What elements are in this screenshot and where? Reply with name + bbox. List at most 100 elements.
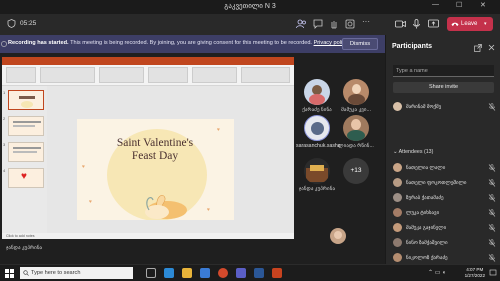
slide-canvas[interactable]: Saint Valentine's Feast Day ♥ ♥ ♥ ♥ (77, 119, 234, 220)
organizer-row[interactable]: მარინამ მოქმე (393, 101, 496, 113)
chrome-icon[interactable] (218, 268, 228, 278)
participant-name: ჯანდა კუპრინა (298, 186, 336, 192)
chat-icon[interactable] (313, 19, 323, 29)
participant-name: ლიადა რწინ... (338, 143, 374, 149)
mic-icon[interactable] (412, 19, 421, 29)
more-participants[interactable]: +13 (343, 158, 369, 184)
ribbon-group (40, 67, 95, 83)
thumb-number: 2 (3, 116, 6, 121)
mic-off-icon (488, 103, 496, 111)
overflow-count: +13 (350, 167, 362, 174)
mic-off-icon (488, 179, 496, 187)
heart-icon: ♥ (21, 171, 27, 182)
heart-icon: ♥ (82, 164, 85, 170)
attendee-row[interactable]: მამუკა გაჯინელი (393, 222, 496, 234)
shared-screen: 1 2 3 4 ♥ Saint Valentine's Feast Day ♥ … (2, 57, 294, 239)
participant-name: sarasanchuk.sasha (296, 143, 341, 149)
share-icon[interactable] (428, 19, 439, 29)
participant-video-speaking[interactable] (304, 115, 330, 141)
participant-name: ნინო ზამჭაშვილი (406, 240, 448, 246)
window-title: გაკვეთილი N 3 (224, 3, 276, 10)
avatar (393, 238, 402, 247)
attendees-header[interactable]: ⌄ Attendees (13) (393, 149, 433, 155)
participant-name: ზურაბ ქათამაძე (406, 195, 444, 201)
camera-icon[interactable] (395, 19, 406, 29)
ppt-ribbon (2, 57, 294, 86)
task-view-icon[interactable] (146, 268, 156, 278)
mic-off-icon (488, 194, 496, 202)
minimize-button[interactable]: — (432, 1, 439, 8)
info-icon (1, 41, 7, 47)
heart-icon: ♥ (217, 127, 220, 133)
close-button[interactable]: ✕ (480, 1, 486, 9)
banner-body: This meeting is being recorded. By joini… (68, 40, 312, 46)
windows-taskbar: Type here to search ⌃ ▭ ◖ 4:07 PM 1/27/2… (0, 264, 500, 281)
participant-search-input[interactable]: Type a name (393, 65, 494, 77)
participant-video[interactable] (343, 79, 369, 105)
notification-icon[interactable] (489, 269, 497, 277)
swan-illustration (145, 195, 187, 219)
store-icon[interactable] (200, 268, 210, 278)
leave-label: Leave (461, 21, 478, 27)
windows-start-icon[interactable] (5, 269, 14, 278)
mic-off-icon (488, 239, 496, 247)
attendee-row[interactable]: ლუკა ტიხსავი (393, 207, 496, 219)
more-icon[interactable]: ··· (362, 17, 370, 26)
attendee-row[interactable]: ნინო ზამჭაშვილი (393, 237, 496, 249)
banner-text: Recording has started. This meeting is b… (8, 40, 348, 46)
ribbon-group (6, 67, 36, 83)
taskbar-search-input[interactable]: Type here to search (20, 267, 133, 279)
banner-bold: Recording has started. (8, 40, 69, 46)
attendee-row[interactable]: ნიკოლოზ ქარაძე (393, 252, 496, 264)
slide-thumbnails: 1 2 3 4 ♥ (2, 86, 47, 233)
file-explorer-icon[interactable] (182, 268, 192, 278)
share-invite-button[interactable]: Share invite (393, 82, 494, 93)
mic-off-icon (488, 254, 496, 262)
attendees-label: Attendees (13) (398, 149, 434, 155)
powerpoint-icon[interactable] (272, 268, 282, 278)
attendee-row[interactable]: ზურაბ ქათამაძე (393, 192, 496, 204)
maximize-button[interactable]: ☐ (456, 1, 462, 9)
thumb-number: 4 (3, 168, 6, 173)
avatar (393, 208, 402, 217)
ppt-titlebar (2, 57, 294, 65)
pop-out-icon[interactable] (474, 44, 482, 52)
avatar (393, 253, 402, 262)
participant-name: მამუკა გაჯინელი (406, 225, 447, 231)
people-icon[interactable] (296, 19, 307, 29)
close-icon[interactable] (488, 44, 495, 51)
taskbar-clock[interactable]: 4:07 PM 1/27/2022 (465, 267, 485, 279)
thumb-number: 1 (3, 90, 6, 95)
chevron-down-icon: ▾ (484, 21, 487, 27)
edge-icon[interactable] (164, 268, 174, 278)
dismiss-button[interactable]: Dismiss (342, 38, 378, 50)
slide-editor: Saint Valentine's Feast Day ♥ ♥ ♥ ♥ (47, 86, 294, 233)
participant-name: მარინამ მოქმე (406, 104, 442, 110)
mic-off-icon (488, 164, 496, 172)
attendee-row[interactable]: ნათელი ფოკოთლეშილი (393, 177, 496, 189)
leave-button[interactable]: Leave ▾ (447, 17, 493, 31)
meeting-toolbar: 05:25 ··· (0, 14, 500, 35)
tray-icons[interactable]: ⌃ ▭ ◖ (428, 269, 446, 276)
attendee-row[interactable]: ნათელია ლალი (393, 162, 496, 174)
teams-icon[interactable] (236, 268, 246, 278)
participant-video[interactable] (304, 158, 330, 184)
participant-video[interactable] (304, 79, 330, 105)
slide-thumbnail[interactable]: ♥ (8, 168, 44, 188)
slide-thumbnail[interactable] (8, 90, 44, 110)
participant-name: ლუკა ტიხსავი (406, 210, 440, 216)
avatar (393, 163, 402, 172)
word-icon[interactable] (254, 268, 264, 278)
self-view[interactable] (330, 228, 346, 244)
slide-thumbnail[interactable] (8, 116, 44, 136)
slide-thumbnail[interactable] (8, 142, 44, 162)
participant-video[interactable] (343, 115, 369, 141)
presenter-name: ჯანდა კუპრინა (6, 245, 43, 251)
reactions-icon[interactable] (345, 19, 355, 29)
slide-title: Saint Valentine's Feast Day (116, 137, 194, 162)
mic-off-icon (488, 224, 496, 232)
panel-title: Participants (392, 43, 433, 50)
clock-date: 1/27/2022 (464, 273, 485, 278)
raise-hand-icon[interactable] (329, 19, 339, 29)
call-timer: 05:25 (20, 20, 37, 27)
